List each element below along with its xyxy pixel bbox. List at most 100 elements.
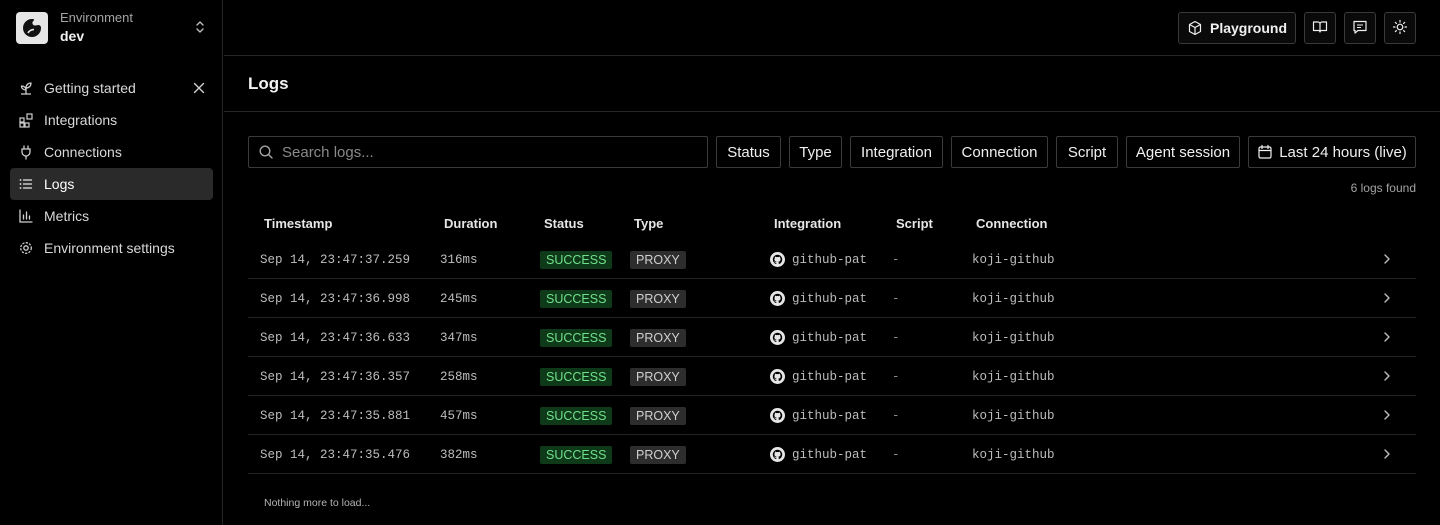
- cell-timestamp: Sep 14, 23:47:36.357: [260, 369, 411, 384]
- sidebar-item-getting-started[interactable]: Getting started: [10, 72, 213, 104]
- table-row[interactable]: Sep 14, 23:47:36.357 258ms SUCCESS PROXY…: [248, 357, 1416, 396]
- type-filter[interactable]: Type: [789, 136, 842, 168]
- app-logo: [16, 12, 48, 44]
- search-input[interactable]: [282, 143, 682, 161]
- cube-icon: [1187, 20, 1203, 36]
- cell-integration: github-pat: [792, 408, 868, 423]
- type-badge: PROXY: [630, 406, 686, 425]
- column-header-status: Status: [544, 216, 584, 231]
- bar-chart-icon: [18, 208, 34, 224]
- status-badge: SUCCESS: [540, 445, 613, 464]
- cell-connection: koji-github: [972, 369, 1055, 384]
- cell-timestamp: Sep 14, 23:47:35.476: [260, 447, 411, 462]
- time-range-label: Last 24 hours (live): [1279, 143, 1407, 161]
- chevron-right-icon: [1380, 252, 1394, 266]
- status-badge: SUCCESS: [540, 250, 613, 269]
- sidebar-item-label: Environment settings: [44, 240, 175, 256]
- status-filter[interactable]: Status: [716, 136, 781, 168]
- status-badge: SUCCESS: [540, 289, 613, 308]
- cell-integration: github-pat: [792, 369, 868, 384]
- type-filter-label: Type: [799, 143, 832, 161]
- chevron-up-down-icon: [192, 19, 208, 35]
- cell-script: -: [892, 447, 900, 462]
- cell-integration: github-pat: [792, 252, 868, 267]
- column-header-connection: Connection: [976, 216, 1048, 231]
- environment-label: Environment: [60, 10, 133, 25]
- table-row[interactable]: Sep 14, 23:47:36.633 347ms SUCCESS PROXY…: [248, 318, 1416, 357]
- gear-icon: [18, 240, 34, 256]
- table-row[interactable]: Sep 14, 23:47:35.476 382ms SUCCESS PROXY…: [248, 435, 1416, 474]
- time-range-picker[interactable]: Last 24 hours (live): [1248, 136, 1416, 168]
- connection-filter[interactable]: Connection: [951, 136, 1048, 168]
- search-icon: [258, 144, 274, 160]
- type-badge: PROXY: [630, 328, 686, 347]
- feedback-button[interactable]: [1344, 12, 1376, 44]
- sidebar-item-connections[interactable]: Connections: [10, 136, 213, 168]
- playground-label: Playground: [1209, 20, 1287, 36]
- table-row[interactable]: Sep 14, 23:47:37.259 316ms SUCCESS PROXY…: [248, 240, 1416, 279]
- chevron-right-icon: [1380, 330, 1394, 344]
- list-icon: [18, 176, 34, 192]
- integrations-icon: [18, 112, 34, 128]
- cell-integration: github-pat: [792, 330, 868, 345]
- sidebar-item-integrations[interactable]: Integrations: [10, 104, 213, 136]
- sun-icon: [1392, 19, 1408, 38]
- calendar-icon: [1257, 144, 1273, 160]
- table-row[interactable]: Sep 14, 23:47:36.998 245ms SUCCESS PROXY…: [248, 279, 1416, 318]
- close-icon[interactable]: [191, 80, 207, 96]
- cell-connection: koji-github: [972, 291, 1055, 306]
- column-header-script: Script: [896, 216, 933, 231]
- cell-timestamp: Sep 14, 23:47:36.998: [260, 291, 411, 306]
- script-filter[interactable]: Script: [1056, 136, 1118, 168]
- book-icon: [1312, 19, 1328, 38]
- plug-icon: [18, 144, 34, 160]
- cell-integration: github-pat: [792, 291, 868, 306]
- cell-script: -: [892, 252, 900, 267]
- cell-connection: koji-github: [972, 330, 1055, 345]
- page-title: Logs: [248, 74, 289, 93]
- environment-switcher[interactable]: Environment dev: [16, 10, 208, 45]
- cell-integration: github-pat: [792, 447, 868, 462]
- cell-script: -: [892, 330, 900, 345]
- integration-filter-label: Integration: [861, 143, 932, 161]
- sidebar-item-label: Metrics: [44, 208, 90, 224]
- cell-script: -: [892, 291, 900, 306]
- page-header: Logs: [224, 56, 1440, 112]
- search-box: [248, 136, 708, 168]
- status-badge: SUCCESS: [540, 367, 613, 386]
- github-icon: [770, 408, 785, 423]
- github-icon: [770, 252, 785, 267]
- cell-duration: 258ms: [440, 369, 478, 384]
- theme-toggle-button[interactable]: [1384, 12, 1416, 44]
- cell-duration: 347ms: [440, 330, 478, 345]
- sidebar-nav: Getting started Integrations Connections…: [10, 72, 213, 264]
- integration-filter[interactable]: Integration: [850, 136, 943, 168]
- table-row[interactable]: Sep 14, 23:47:35.881 457ms SUCCESS PROXY…: [248, 396, 1416, 435]
- sidebar-item-environment-settings[interactable]: Environment settings: [10, 232, 213, 264]
- docs-button[interactable]: [1304, 12, 1336, 44]
- column-header-timestamp: Timestamp: [264, 216, 333, 231]
- agent-session-filter[interactable]: Agent session: [1126, 136, 1240, 168]
- cell-duration: 382ms: [440, 447, 478, 462]
- github-icon: [770, 369, 785, 384]
- connection-filter-label: Connection: [961, 143, 1038, 161]
- chevron-right-icon: [1380, 291, 1394, 305]
- status-filter-label: Status: [727, 143, 770, 161]
- cell-duration: 457ms: [440, 408, 478, 423]
- cell-connection: koji-github: [972, 408, 1055, 423]
- type-badge: PROXY: [630, 289, 686, 308]
- column-header-integration: Integration: [774, 216, 842, 231]
- cell-timestamp: Sep 14, 23:47:36.633: [260, 330, 411, 345]
- sidebar-item-label: Logs: [44, 176, 75, 192]
- github-icon: [770, 330, 785, 345]
- end-of-list-note: Nothing more to load...: [264, 497, 371, 509]
- status-badge: SUCCESS: [540, 328, 613, 347]
- sidebar-item-logs[interactable]: Logs: [10, 168, 213, 200]
- agent-session-filter-label: Agent session: [1135, 143, 1231, 161]
- playground-button[interactable]: Playground: [1178, 12, 1296, 44]
- chevron-right-icon: [1380, 408, 1394, 422]
- github-icon: [770, 447, 785, 462]
- sidebar-item-metrics[interactable]: Metrics: [10, 200, 213, 232]
- sprout-icon: [18, 80, 34, 96]
- cell-connection: koji-github: [972, 252, 1055, 267]
